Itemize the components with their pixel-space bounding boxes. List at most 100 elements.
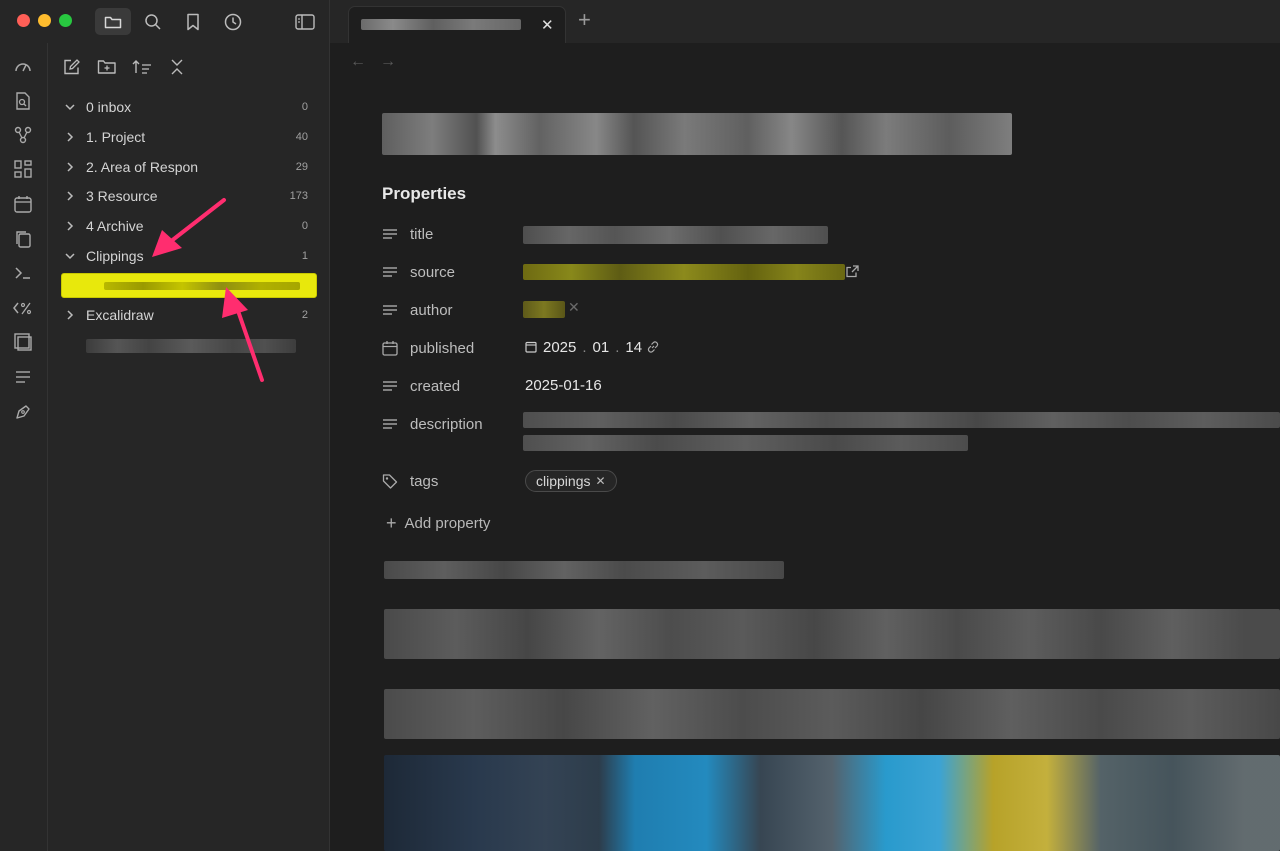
- external-link-icon[interactable]: [846, 265, 859, 278]
- published-date-value[interactable]: 2025 . 01 . 14: [543, 339, 642, 356]
- new-note-icon: [64, 59, 80, 75]
- zoom-window-button[interactable]: [59, 14, 72, 27]
- date-separator: .: [615, 339, 620, 356]
- dashboard-gauge-icon[interactable]: [12, 56, 34, 78]
- text-lines-icon: [382, 265, 404, 279]
- new-folder-button[interactable]: [95, 55, 119, 79]
- author-value-redacted[interactable]: [523, 301, 565, 318]
- title-bar: ✕ +: [0, 0, 1280, 43]
- new-note-button[interactable]: [60, 55, 84, 79]
- templater-icon[interactable]: [12, 297, 34, 319]
- sort-order-button[interactable]: [130, 55, 154, 79]
- created-value[interactable]: 2025-01-16: [525, 377, 602, 394]
- property-name: source: [410, 263, 456, 281]
- files-view-button[interactable]: [95, 8, 131, 35]
- folder-3-resource[interactable]: 3 Resource 173: [60, 182, 322, 210]
- tab-title-redacted: [361, 19, 521, 30]
- graph-view-icon[interactable]: [12, 124, 34, 146]
- folder-label: 0 inbox: [86, 99, 132, 115]
- root-file-redacted[interactable]: [86, 339, 296, 353]
- property-name: published: [410, 339, 475, 357]
- chevron-down-icon: [60, 250, 80, 262]
- remove-tag-icon[interactable]: ✕: [595, 474, 605, 488]
- folder-count: 2: [301, 309, 308, 321]
- back-arrow-icon[interactable]: ←: [350, 53, 366, 71]
- sidebar-toggle-icon: [295, 13, 315, 30]
- folder-count: 173: [289, 190, 308, 202]
- folder-label: 2. Area of Respon: [86, 159, 199, 175]
- chevron-right-icon: [60, 131, 80, 143]
- property-name: author: [410, 301, 453, 319]
- folder-clippings[interactable]: Clippings 1: [60, 242, 322, 270]
- terminal-icon[interactable]: [12, 262, 34, 284]
- property-name: tags: [410, 472, 439, 490]
- outline-lines-icon[interactable]: [12, 366, 34, 388]
- ribbon: [0, 43, 48, 851]
- folder-icon: [104, 16, 122, 28]
- close-window-button[interactable]: [17, 14, 30, 27]
- property-name: description: [410, 415, 483, 433]
- folder-count: 0: [301, 220, 308, 232]
- tab-close-button[interactable]: ✕: [541, 16, 554, 34]
- new-tab-button[interactable]: +: [578, 9, 591, 31]
- folder-1-project[interactable]: 1. Project 40: [60, 123, 322, 151]
- clipping-note-file[interactable]: [61, 273, 317, 298]
- link-icon[interactable]: [646, 340, 660, 354]
- sidebar-header: [0, 0, 330, 43]
- published-month: 01: [592, 339, 610, 356]
- search-view-button[interactable]: [135, 8, 171, 35]
- property-author[interactable]: author: [382, 295, 453, 325]
- copy-files-icon[interactable]: [12, 228, 34, 250]
- collapse-icon: [171, 59, 183, 75]
- folder-label: 1. Project: [86, 129, 146, 145]
- add-property-button[interactable]: + Add property: [386, 513, 490, 534]
- property-created[interactable]: created: [382, 371, 460, 401]
- folder-2-area[interactable]: 2. Area of Respon 29: [60, 153, 322, 181]
- folder-0-inbox[interactable]: 0 inbox 0: [60, 93, 322, 121]
- title-value-redacted[interactable]: [523, 226, 828, 244]
- folder-label: 3 Resource: [86, 188, 158, 204]
- tab-active-note[interactable]: ✕: [348, 6, 566, 43]
- recent-files-button[interactable]: [215, 8, 251, 35]
- folder-count: 29: [295, 161, 308, 173]
- property-source[interactable]: source: [382, 257, 455, 287]
- property-tags[interactable]: tags: [382, 466, 438, 496]
- folder-excalidraw[interactable]: Excalidraw 2: [60, 301, 322, 329]
- property-name: created: [410, 377, 461, 395]
- folder-count: 0: [301, 101, 308, 113]
- minimize-window-button[interactable]: [38, 14, 51, 27]
- remove-author-icon[interactable]: ✕: [568, 299, 580, 316]
- property-published[interactable]: published: [382, 333, 474, 363]
- text-lines-icon: [382, 417, 404, 431]
- toggle-sidebar-button[interactable]: [287, 8, 323, 35]
- sort-icon: [132, 60, 151, 74]
- forward-arrow-icon[interactable]: →: [380, 53, 396, 71]
- properties-heading: Properties: [382, 184, 467, 203]
- stacked-pages-icon[interactable]: [12, 331, 34, 353]
- note-editor: ← → Properties title source author ✕ pub…: [330, 43, 1280, 851]
- folder-count: 40: [295, 131, 308, 143]
- folder-label: 4 Archive: [86, 218, 144, 234]
- property-description[interactable]: description: [382, 409, 483, 439]
- collapse-all-button[interactable]: [165, 55, 189, 79]
- text-lines-icon: [382, 379, 404, 393]
- new-folder-icon: [97, 60, 116, 74]
- calendar-icon[interactable]: [12, 193, 34, 215]
- date-separator: .: [582, 339, 587, 356]
- folder-label: Excalidraw: [86, 307, 154, 323]
- file-search-icon[interactable]: [12, 90, 34, 112]
- folder-label: Clippings: [86, 248, 144, 264]
- bookmark-icon: [187, 13, 199, 30]
- grid-layout-icon[interactable]: [12, 158, 34, 180]
- tag-label: clippings: [536, 473, 591, 489]
- file-explorer: 0 inbox 0 1. Project 40 2. Area of Respo…: [48, 43, 330, 851]
- chevron-down-icon: [60, 101, 80, 113]
- bookmarks-view-button[interactable]: [175, 8, 211, 35]
- pen-tool-icon[interactable]: [12, 401, 34, 423]
- folder-4-archive[interactable]: 4 Archive 0: [60, 212, 322, 240]
- source-link-redacted[interactable]: [523, 264, 845, 280]
- tag-pill-clippings[interactable]: clippings ✕: [525, 470, 617, 492]
- date-calendar-icon[interactable]: [525, 340, 537, 353]
- tags-icon: [382, 473, 404, 489]
- property-title[interactable]: title: [382, 219, 433, 249]
